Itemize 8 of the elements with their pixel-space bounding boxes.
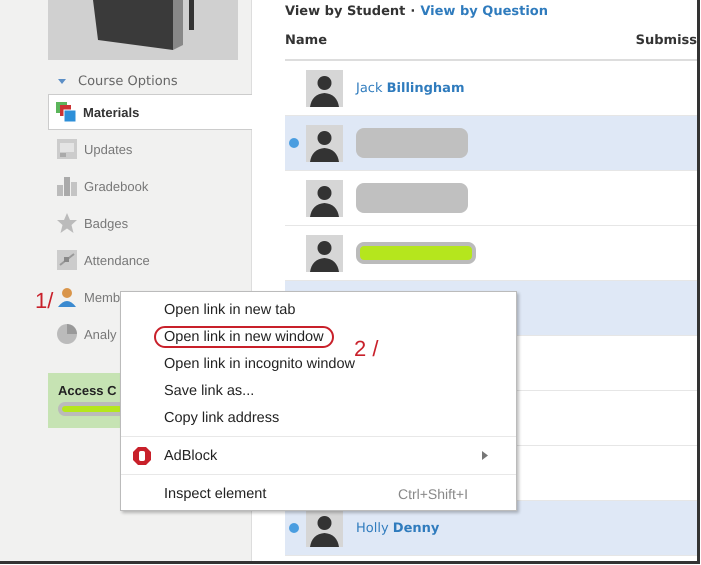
column-header: Name xyxy=(285,32,328,48)
annotation-number: 2 / xyxy=(354,338,378,360)
shortcut-label: Ctrl+Shift+I xyxy=(398,486,468,502)
separator-dot: · xyxy=(410,4,416,18)
view-by-student-label: View by Student xyxy=(285,4,406,18)
access-code-label: Access C xyxy=(58,383,118,398)
annotation-number: 1/ xyxy=(35,290,54,312)
column-header: Submiss xyxy=(636,32,697,48)
